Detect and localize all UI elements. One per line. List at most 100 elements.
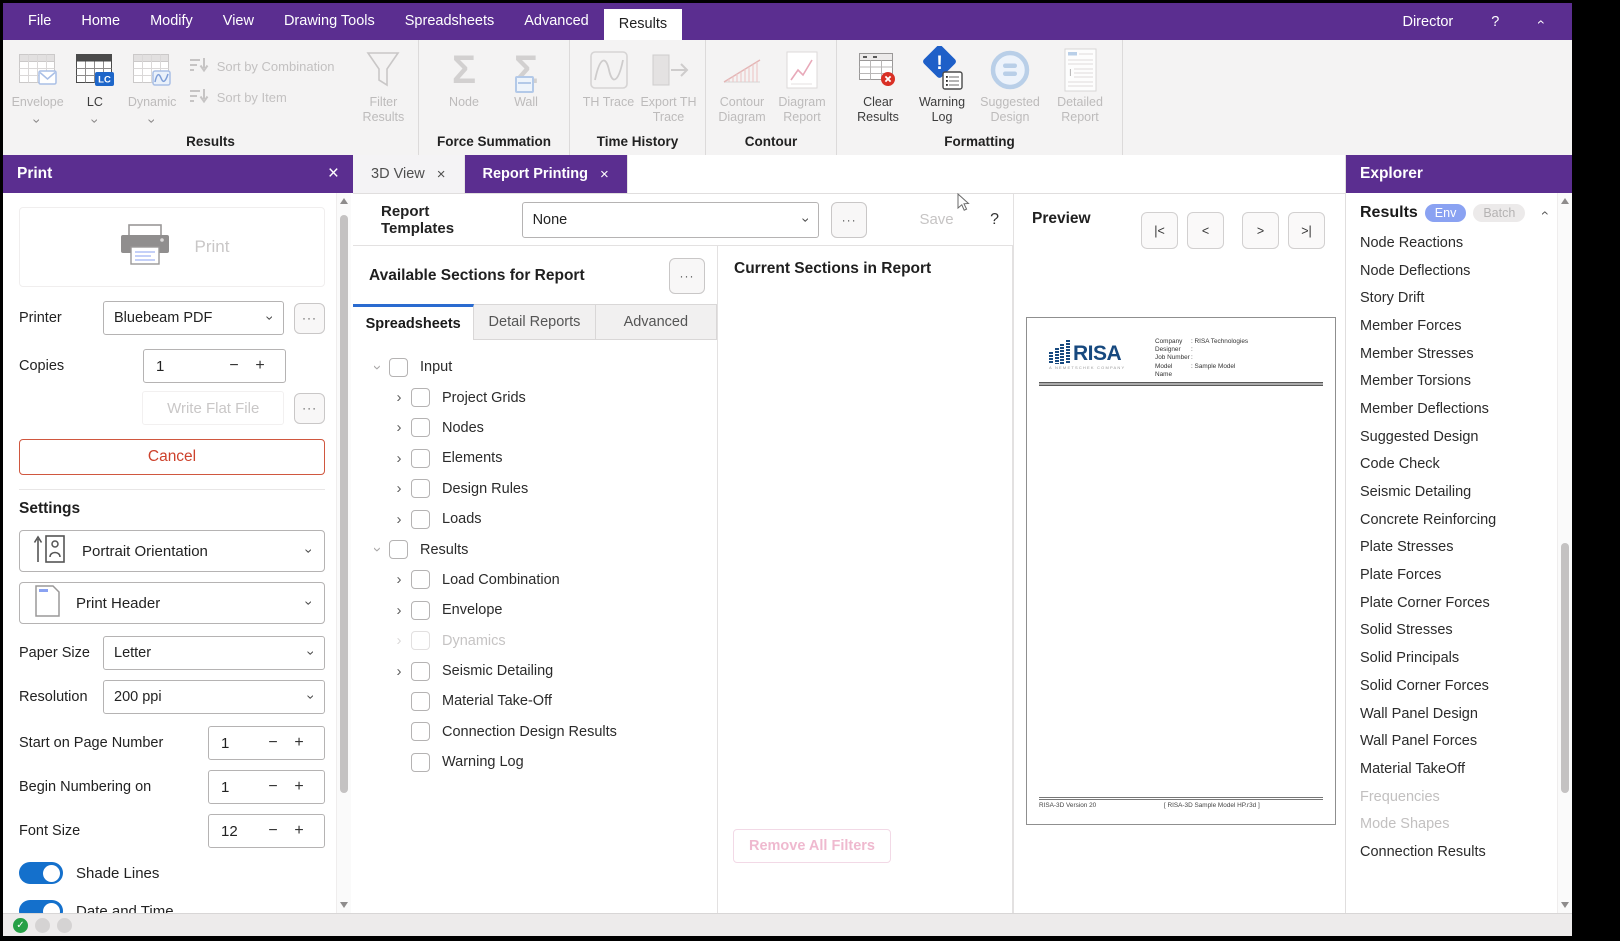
- tree-checkbox[interactable]: [411, 601, 430, 620]
- env-badge[interactable]: Env: [1425, 204, 1467, 222]
- suggested-design-button[interactable]: Suggested Design: [977, 43, 1043, 125]
- tree-checkbox[interactable]: [411, 692, 430, 711]
- sections-tab[interactable]: Spreadsheets: [353, 304, 474, 340]
- sort-by-item-button[interactable]: Sort by Item: [189, 88, 339, 107]
- dynamic-dropdown-icon[interactable]: ›: [145, 119, 159, 124]
- tree-checkbox[interactable]: [411, 722, 430, 741]
- font-size-stepper[interactable]: 12 − +: [208, 814, 325, 848]
- shade-lines-toggle[interactable]: [19, 862, 63, 884]
- envelope-button[interactable]: Envelope ›: [9, 43, 66, 128]
- next-page-button[interactable]: >: [1242, 212, 1279, 249]
- tree-chevron-icon[interactable]: ›: [367, 359, 387, 376]
- explorer-item[interactable]: Plate Corner Forces: [1346, 589, 1556, 617]
- menu-item[interactable]: Results: [604, 9, 682, 40]
- help-icon[interactable]: ?: [1491, 14, 1499, 30]
- copies-stepper[interactable]: 1 − +: [143, 349, 286, 383]
- collapse-icon[interactable]: ›: [1537, 211, 1551, 216]
- explorer-item[interactable]: Plate Stresses: [1346, 534, 1556, 562]
- explorer-item[interactable]: Suggested Design: [1346, 423, 1556, 451]
- batch-badge[interactable]: Batch: [1473, 204, 1525, 222]
- tree-row[interactable]: › Design Rules: [353, 474, 717, 504]
- menu-item[interactable]: Advanced: [509, 3, 604, 40]
- save-button[interactable]: Save: [883, 211, 990, 228]
- scrollbar-thumb[interactable]: [340, 215, 348, 793]
- lc-dropdown-icon[interactable]: ›: [88, 119, 102, 124]
- th-trace-button[interactable]: TH Trace: [580, 43, 638, 110]
- paper-size-select[interactable]: Letter ›: [103, 636, 325, 670]
- menu-item[interactable]: Drawing Tools: [269, 3, 390, 40]
- tree-chevron-icon[interactable]: ›: [389, 754, 409, 771]
- tree-row[interactable]: › Warning Log: [353, 747, 717, 777]
- tree-checkbox[interactable]: [411, 570, 430, 589]
- menu-item[interactable]: Modify: [135, 3, 208, 40]
- tree-chevron-icon[interactable]: ›: [389, 632, 409, 649]
- close-icon[interactable]: ×: [437, 166, 446, 183]
- printer-select[interactable]: Bluebeam PDF ›: [103, 301, 284, 335]
- orientation-select[interactable]: Portrait Orientation ›: [19, 530, 325, 572]
- resolution-select[interactable]: 200 ppi ›: [103, 680, 325, 714]
- tree-chevron-icon[interactable]: ›: [389, 419, 409, 436]
- template-options-button[interactable]: ···: [831, 202, 867, 238]
- explorer-item[interactable]: Node Reactions: [1346, 229, 1556, 257]
- explorer-item[interactable]: Member Torsions: [1346, 367, 1556, 395]
- scroll-up-icon[interactable]: [1561, 198, 1569, 204]
- report-template-select[interactable]: None ›: [522, 202, 820, 238]
- lc-button[interactable]: LC LC ›: [66, 43, 123, 128]
- tree-row[interactable]: › Results: [353, 534, 717, 564]
- explorer-item[interactable]: Code Check: [1346, 451, 1556, 479]
- start-page-stepper[interactable]: 1 − +: [208, 726, 325, 760]
- tree-checkbox[interactable]: [389, 540, 408, 559]
- explorer-item[interactable]: Mode Shapes: [1346, 810, 1556, 838]
- explorer-item[interactable]: Wall Panel Forces: [1346, 727, 1556, 755]
- explorer-item[interactable]: Member Deflections: [1346, 395, 1556, 423]
- tree-chevron-icon[interactable]: ›: [389, 571, 409, 588]
- flat-file-options-button[interactable]: ···: [294, 393, 325, 424]
- printer-options-button[interactable]: ···: [294, 303, 325, 334]
- sections-options-button[interactable]: ···: [669, 258, 705, 294]
- node-button[interactable]: Σ Node: [435, 43, 493, 110]
- explorer-item[interactable]: Solid Corner Forces: [1346, 672, 1556, 700]
- help-icon[interactable]: ?: [990, 211, 999, 229]
- explorer-item[interactable]: Solid Principals: [1346, 644, 1556, 672]
- tree-row[interactable]: › Load Combination: [353, 565, 717, 595]
- increment-button[interactable]: +: [286, 822, 312, 840]
- tree-row[interactable]: › Dynamics: [353, 626, 717, 656]
- explorer-item[interactable]: Frequencies: [1346, 783, 1556, 811]
- tree-row[interactable]: › Envelope: [353, 595, 717, 625]
- tree-chevron-icon[interactable]: ›: [389, 693, 409, 710]
- date-time-toggle[interactable]: [19, 900, 63, 913]
- tree-checkbox[interactable]: [411, 388, 430, 407]
- print-header-select[interactable]: Print Header ›: [19, 582, 325, 624]
- decrement-button[interactable]: −: [221, 357, 247, 375]
- tree-row[interactable]: › Loads: [353, 504, 717, 534]
- menu-item[interactable]: View: [208, 3, 269, 40]
- decrement-button[interactable]: −: [260, 822, 286, 840]
- previous-page-button[interactable]: <: [1187, 212, 1224, 249]
- print-button[interactable]: Print: [19, 207, 325, 287]
- explorer-item[interactable]: Material TakeOff: [1346, 755, 1556, 783]
- remove-all-filters-button[interactable]: Remove All Filters: [733, 829, 891, 863]
- cancel-button[interactable]: Cancel: [19, 439, 325, 475]
- explorer-item[interactable]: Connection Results: [1346, 838, 1556, 866]
- tree-chevron-icon[interactable]: ›: [389, 480, 409, 497]
- detailed-report-button[interactable]: I Detailed Report: [1049, 43, 1111, 125]
- tree-checkbox[interactable]: [411, 510, 430, 529]
- tree-chevron-icon[interactable]: ›: [367, 541, 387, 558]
- decrement-button[interactable]: −: [260, 778, 286, 796]
- tree-chevron-icon[interactable]: ›: [389, 511, 409, 528]
- explorer-item[interactable]: Member Stresses: [1346, 340, 1556, 368]
- tree-row[interactable]: › Connection Design Results: [353, 717, 717, 747]
- explorer-scrollbar[interactable]: [1557, 193, 1572, 913]
- tree-row[interactable]: › Nodes: [353, 413, 717, 443]
- tree-checkbox[interactable]: [389, 358, 408, 377]
- tree-checkbox[interactable]: [411, 753, 430, 772]
- warning-log-button[interactable]: ! Warning Log: [913, 43, 971, 125]
- first-page-button[interactable]: |<: [1141, 212, 1178, 249]
- tree-checkbox[interactable]: [411, 449, 430, 468]
- increment-button[interactable]: +: [247, 357, 273, 375]
- tree-row[interactable]: › Project Grids: [353, 382, 717, 412]
- menu-item[interactable]: Home: [66, 3, 135, 40]
- diagram-report-button[interactable]: Diagram Report: [773, 43, 831, 125]
- explorer-item[interactable]: Member Forces: [1346, 312, 1556, 340]
- wall-button[interactable]: Σ Wall: [497, 43, 555, 110]
